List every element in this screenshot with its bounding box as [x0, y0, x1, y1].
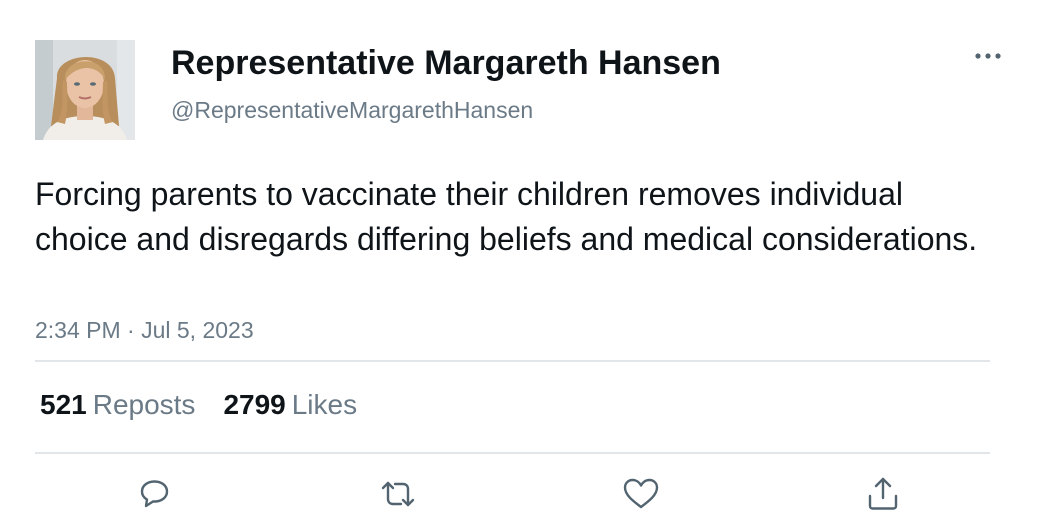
divider — [35, 452, 990, 454]
profile-photo — [35, 40, 135, 140]
repost-button[interactable] — [376, 472, 420, 516]
tweet-card: Representative Margareth Hansen @Represe… — [0, 0, 1050, 525]
likes-label: Likes — [291, 389, 358, 420]
reply-icon — [140, 480, 169, 508]
tweet-timestamp[interactable]: 2:34 PM · Jul 5, 2023 — [35, 316, 254, 344]
reposts-label: Reposts — [92, 389, 196, 420]
heart-icon — [623, 478, 659, 509]
likes-count: 2799 — [223, 389, 286, 420]
reply-button[interactable] — [133, 472, 177, 516]
more-horizontal-icon — [975, 53, 1001, 59]
display-name[interactable]: Representative Margareth Hansen — [171, 43, 721, 83]
avatar[interactable] — [35, 40, 135, 140]
like-button[interactable] — [619, 472, 663, 516]
repost-icon — [381, 481, 415, 507]
more-options-button[interactable] — [970, 44, 1006, 68]
divider — [35, 360, 990, 362]
tweet-text: Forcing parents to vaccinate their child… — [35, 176, 978, 257]
share-button[interactable] — [861, 472, 905, 516]
reposts-stat[interactable]: 521 Reposts — [40, 388, 195, 422]
engagement-stats: 521 Reposts 2799 Likes — [40, 388, 357, 422]
user-handle[interactable]: @RepresentativeMargarethHansen — [171, 96, 533, 124]
share-icon — [868, 477, 898, 510]
likes-stat[interactable]: 2799 Likes — [223, 388, 357, 422]
reposts-count: 521 — [40, 389, 87, 420]
